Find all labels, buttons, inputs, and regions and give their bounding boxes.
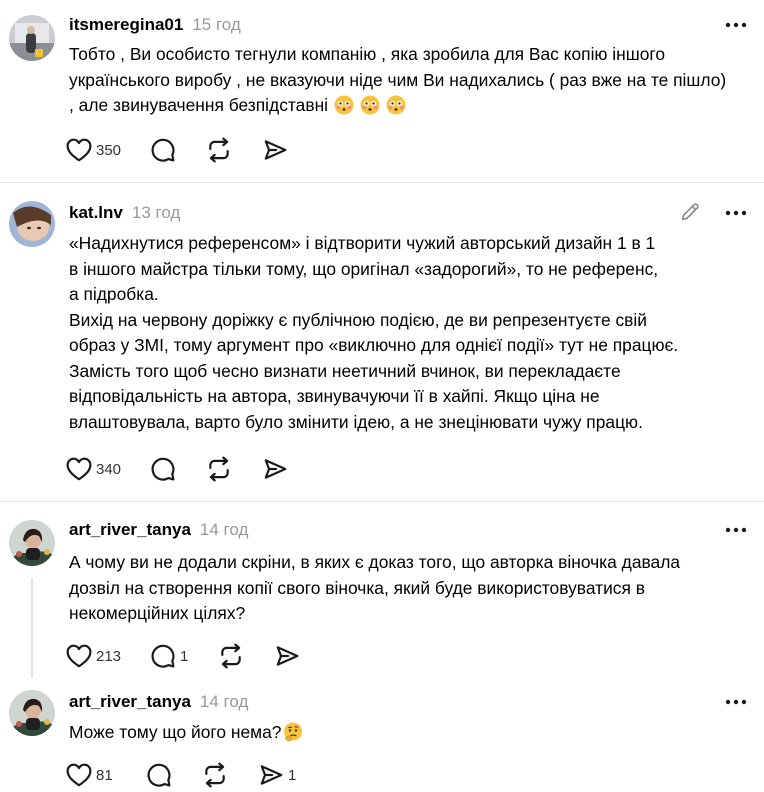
send-icon — [264, 140, 287, 160]
comment-header: art_river_tanya 14 год — [69, 517, 248, 543]
avatar[interactable] — [9, 201, 55, 247]
comment: art_river_tanya 14 год Може тому що його… — [0, 672, 764, 792]
more-options-icon[interactable] — [722, 517, 750, 543]
comment-text-content: Може тому що його нема? — [69, 722, 282, 742]
comment-text: Може тому що його нема? — [69, 720, 749, 746]
timestamp[interactable]: 15 год — [192, 15, 240, 35]
like-count: 213 — [96, 647, 122, 665]
like-button[interactable]: 213 — [66, 641, 150, 671]
comment-text: «Надихнутися референсом» і відтворити чу… — [69, 233, 679, 432]
comment-icon — [151, 644, 175, 668]
send-icon — [264, 459, 287, 479]
flushed-face-emoji — [334, 95, 354, 115]
username[interactable]: kat.lnv — [69, 203, 123, 223]
comment: itsmeregina01 15 год Тобто , Ви особисто… — [0, 0, 764, 183]
timestamp[interactable]: 14 год — [200, 520, 248, 540]
repost-button[interactable] — [218, 641, 274, 671]
comment-header: art_river_tanya 14 год — [69, 689, 248, 715]
reply-button[interactable] — [150, 454, 206, 484]
more-options-icon[interactable] — [722, 200, 750, 226]
comment-text: Тобто , Ви особисто тегнули компанію , я… — [69, 42, 729, 119]
action-bar: 213 1 — [66, 641, 330, 671]
comment-icon — [151, 457, 175, 481]
repost-icon — [209, 456, 229, 482]
comment-icon — [151, 138, 175, 162]
send-icon — [260, 765, 283, 785]
timestamp[interactable]: 13 год — [132, 203, 180, 223]
heart-icon — [66, 457, 92, 481]
comment-header: kat.lnv 13 год — [69, 200, 180, 226]
comment-text: А чому ви не додали скріни, в яких є док… — [69, 552, 681, 623]
repost-icon — [205, 762, 225, 788]
repost-button[interactable] — [206, 454, 262, 484]
repost-button[interactable] — [206, 135, 262, 165]
pencil-icon[interactable] — [676, 198, 704, 226]
share-button[interactable]: 1 — [258, 760, 314, 790]
share-count: 1 — [288, 766, 297, 784]
flushed-face-emoji — [386, 95, 406, 115]
avatar[interactable] — [9, 690, 55, 736]
username[interactable]: art_river_tanya — [69, 692, 191, 712]
reply-button[interactable] — [150, 135, 206, 165]
thread-line — [31, 578, 33, 678]
comment-icon — [147, 763, 171, 787]
repost-button[interactable] — [202, 760, 258, 790]
send-icon — [276, 646, 299, 666]
heart-icon — [66, 644, 92, 668]
reply-button[interactable] — [146, 760, 202, 790]
repost-icon — [209, 137, 229, 163]
heart-icon — [66, 138, 92, 162]
avatar[interactable] — [9, 520, 55, 566]
avatar[interactable] — [9, 15, 55, 61]
timestamp[interactable]: 14 год — [200, 692, 248, 712]
flushed-face-emoji — [360, 95, 380, 115]
like-count: 350 — [96, 141, 122, 159]
reply-count: 1 — [180, 647, 189, 665]
share-button[interactable] — [262, 135, 318, 165]
username[interactable]: art_river_tanya — [69, 520, 191, 540]
comment-header: itsmeregina01 15 год — [69, 12, 241, 38]
action-bar: 350 — [66, 135, 318, 165]
username[interactable]: itsmeregina01 — [69, 15, 183, 35]
comment: kat.lnv 13 год «Надихнутися референсом» … — [0, 183, 764, 501]
share-button[interactable] — [262, 454, 318, 484]
reply-button[interactable]: 1 — [150, 641, 218, 671]
action-bar: 81 1 — [66, 760, 314, 790]
thinking-face-emoji — [284, 722, 303, 742]
like-button[interactable]: 350 — [66, 135, 150, 165]
like-count: 340 — [96, 460, 122, 478]
like-count: 81 — [96, 766, 113, 784]
comment: art_river_tanya 14 год А чому ви не дода… — [0, 502, 764, 678]
more-options-icon[interactable] — [722, 689, 750, 715]
more-options-icon[interactable] — [722, 12, 750, 38]
like-button[interactable]: 81 — [66, 760, 146, 790]
repost-icon — [221, 643, 241, 669]
like-button[interactable]: 340 — [66, 454, 150, 484]
action-bar: 340 — [66, 454, 318, 484]
heart-icon — [66, 763, 92, 787]
share-button[interactable] — [274, 641, 330, 671]
